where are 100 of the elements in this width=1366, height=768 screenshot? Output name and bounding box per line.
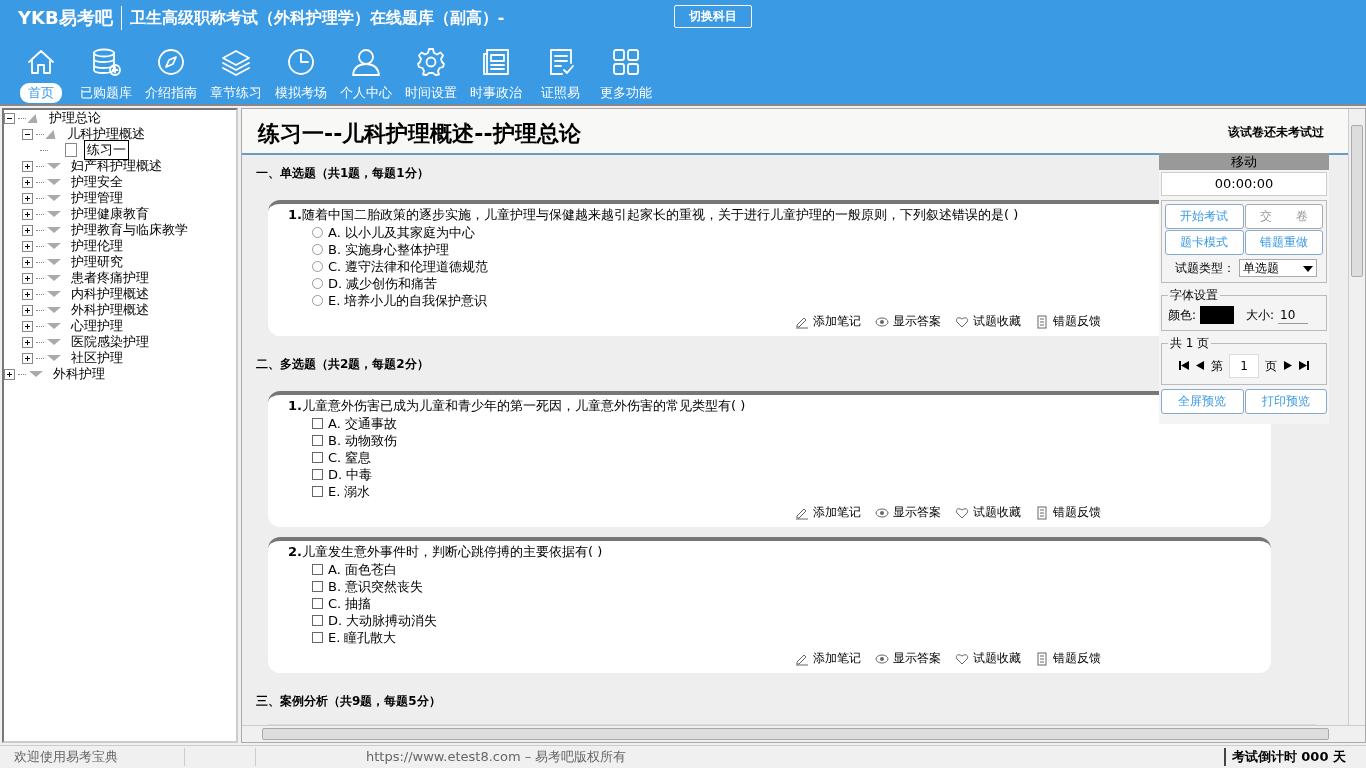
action-link[interactable]: 试题收藏 — [955, 313, 1021, 330]
expand-icon[interactable] — [22, 336, 33, 348]
settings-icon — [414, 46, 447, 78]
option-text: C. 抽搐 — [328, 594, 372, 613]
expand-icon[interactable] — [22, 352, 33, 364]
option-text: A. 以小儿及其家庭为中心 — [328, 223, 475, 242]
action-link[interactable]: 试题收藏 — [955, 504, 1021, 521]
option-text: C. 窒息 — [328, 448, 372, 467]
book-icon — [1035, 314, 1049, 329]
action-link[interactable]: 错题反馈 — [1035, 650, 1101, 667]
checkbox[interactable] — [312, 435, 323, 446]
expand-icon[interactable] — [22, 176, 33, 188]
tree-item[interactable]: 练习一 — [84, 140, 129, 160]
question-text: 2.儿童发生意外事件时，判断心跳停搏的主要依据有( ) — [288, 543, 603, 561]
expand-icon[interactable] — [4, 368, 15, 380]
option-text: E. 溺水 — [328, 482, 371, 501]
page-field[interactable]: 1 — [1229, 354, 1259, 378]
triangle-icon — [47, 291, 61, 297]
radio-button[interactable] — [312, 227, 323, 238]
radio-button[interactable] — [312, 261, 323, 272]
triangle-icon — [47, 355, 61, 361]
triangle-icon — [47, 275, 61, 281]
checkbox[interactable] — [312, 598, 323, 609]
field-label: 试题类型： — [1175, 259, 1235, 277]
panel-title: 移动 — [1159, 153, 1329, 170]
timer-display: 00:00:00 — [1161, 172, 1327, 196]
triangle-icon — [47, 195, 61, 201]
vertical-scrollbar[interactable] — [1348, 109, 1365, 725]
action-link[interactable]: 显示答案 — [875, 650, 941, 667]
exam-title: 练习一--儿科护理概述--护理总论 — [258, 120, 581, 148]
triangle-icon — [47, 179, 61, 185]
collapse-icon[interactable] — [4, 112, 15, 124]
eye-icon — [875, 505, 889, 520]
option-text: E. 瞳孔散大 — [328, 628, 397, 647]
expand-icon[interactable] — [22, 304, 33, 316]
action-link[interactable]: 显示答案 — [875, 313, 941, 330]
horizontal-scrollbar[interactable] — [242, 725, 1365, 742]
triangle-icon — [47, 227, 61, 233]
action-link[interactable]: 错题反馈 — [1035, 504, 1101, 521]
radio-button[interactable] — [312, 295, 323, 306]
triangle-icon — [47, 323, 61, 329]
status-text: 欢迎使用易考宝典 — [0, 748, 185, 766]
page-label: 页 — [1265, 357, 1277, 375]
action-link[interactable]: 添加笔记 — [795, 504, 861, 521]
option-text: D. 减少创伤和痛苦 — [328, 274, 438, 293]
triangle-icon — [47, 307, 61, 313]
action-link[interactable]: 显示答案 — [875, 504, 941, 521]
previous-page-button[interactable] — [1195, 360, 1205, 372]
checkbox[interactable] — [312, 452, 323, 463]
question-type-dropdown[interactable]: 单选题 — [1239, 259, 1317, 277]
expand-icon[interactable] — [22, 256, 33, 268]
checkbox[interactable] — [312, 615, 323, 626]
checkbox[interactable] — [312, 469, 323, 480]
next-page-button[interactable] — [1283, 360, 1293, 372]
triangle-icon — [47, 259, 61, 265]
checkbox[interactable] — [312, 632, 323, 643]
user-icon — [349, 46, 382, 78]
expand-icon[interactable] — [22, 240, 33, 252]
option-text: C. 遵守法律和伦理道德规范 — [328, 257, 489, 276]
expand-icon[interactable] — [22, 160, 33, 172]
triangle-icon — [29, 371, 43, 377]
expand-icon[interactable] — [22, 224, 33, 236]
option-text: A. 交通事故 — [328, 414, 397, 433]
eye-icon — [875, 651, 889, 666]
expand-icon[interactable] — [22, 288, 33, 300]
triangle-icon — [47, 339, 61, 345]
option-text: B. 实施身心整体护理 — [328, 240, 450, 259]
action-link[interactable]: 试题收藏 — [955, 650, 1021, 667]
last-page-button[interactable] — [1299, 360, 1309, 372]
expand-icon[interactable] — [22, 320, 33, 332]
window-title: 卫生高级职称考试（外科护理学）在线题库（副高）- — [129, 7, 506, 29]
radio-button[interactable] — [312, 278, 323, 289]
checkbox[interactable] — [312, 581, 323, 592]
action-link[interactable]: 错题反馈 — [1035, 313, 1101, 330]
color-swatch[interactable] — [1200, 306, 1235, 324]
checkbox[interactable] — [312, 486, 323, 497]
collapse-icon[interactable] — [22, 128, 33, 140]
checkbox[interactable] — [312, 564, 323, 575]
countdown-text: 考试倒计时 000 天 — [1223, 748, 1366, 766]
expand-icon[interactable] — [22, 192, 33, 204]
app-logo: YKB易考吧 — [18, 6, 122, 30]
action-link[interactable]: 添加笔记 — [795, 650, 861, 667]
expand-icon[interactable] — [22, 272, 33, 284]
first-page-button[interactable] — [1179, 360, 1189, 372]
triangle-icon — [47, 243, 61, 249]
copyright-text: https://www.etest8.com – 易考吧版权所有 — [255, 748, 1224, 766]
checkbox[interactable] — [312, 418, 323, 429]
action-link[interactable]: 添加笔记 — [795, 313, 861, 330]
option-text: E. 培养小儿的自我保护意识 — [328, 291, 488, 310]
triangle-icon — [47, 163, 61, 169]
option-text: A. 面色苍白 — [328, 560, 397, 579]
size-field[interactable]: 10 — [1278, 306, 1309, 324]
group-title: 共 1 页 — [1169, 335, 1211, 352]
triangle-icon — [47, 211, 61, 217]
expand-icon[interactable] — [22, 208, 33, 220]
radio-button[interactable] — [312, 244, 323, 255]
group-title: 字体设置 — [1169, 287, 1219, 304]
eye-icon — [875, 314, 889, 329]
book-icon — [1035, 651, 1049, 666]
section-heading: 一、单选题（共1题，每题1分） — [255, 165, 430, 182]
